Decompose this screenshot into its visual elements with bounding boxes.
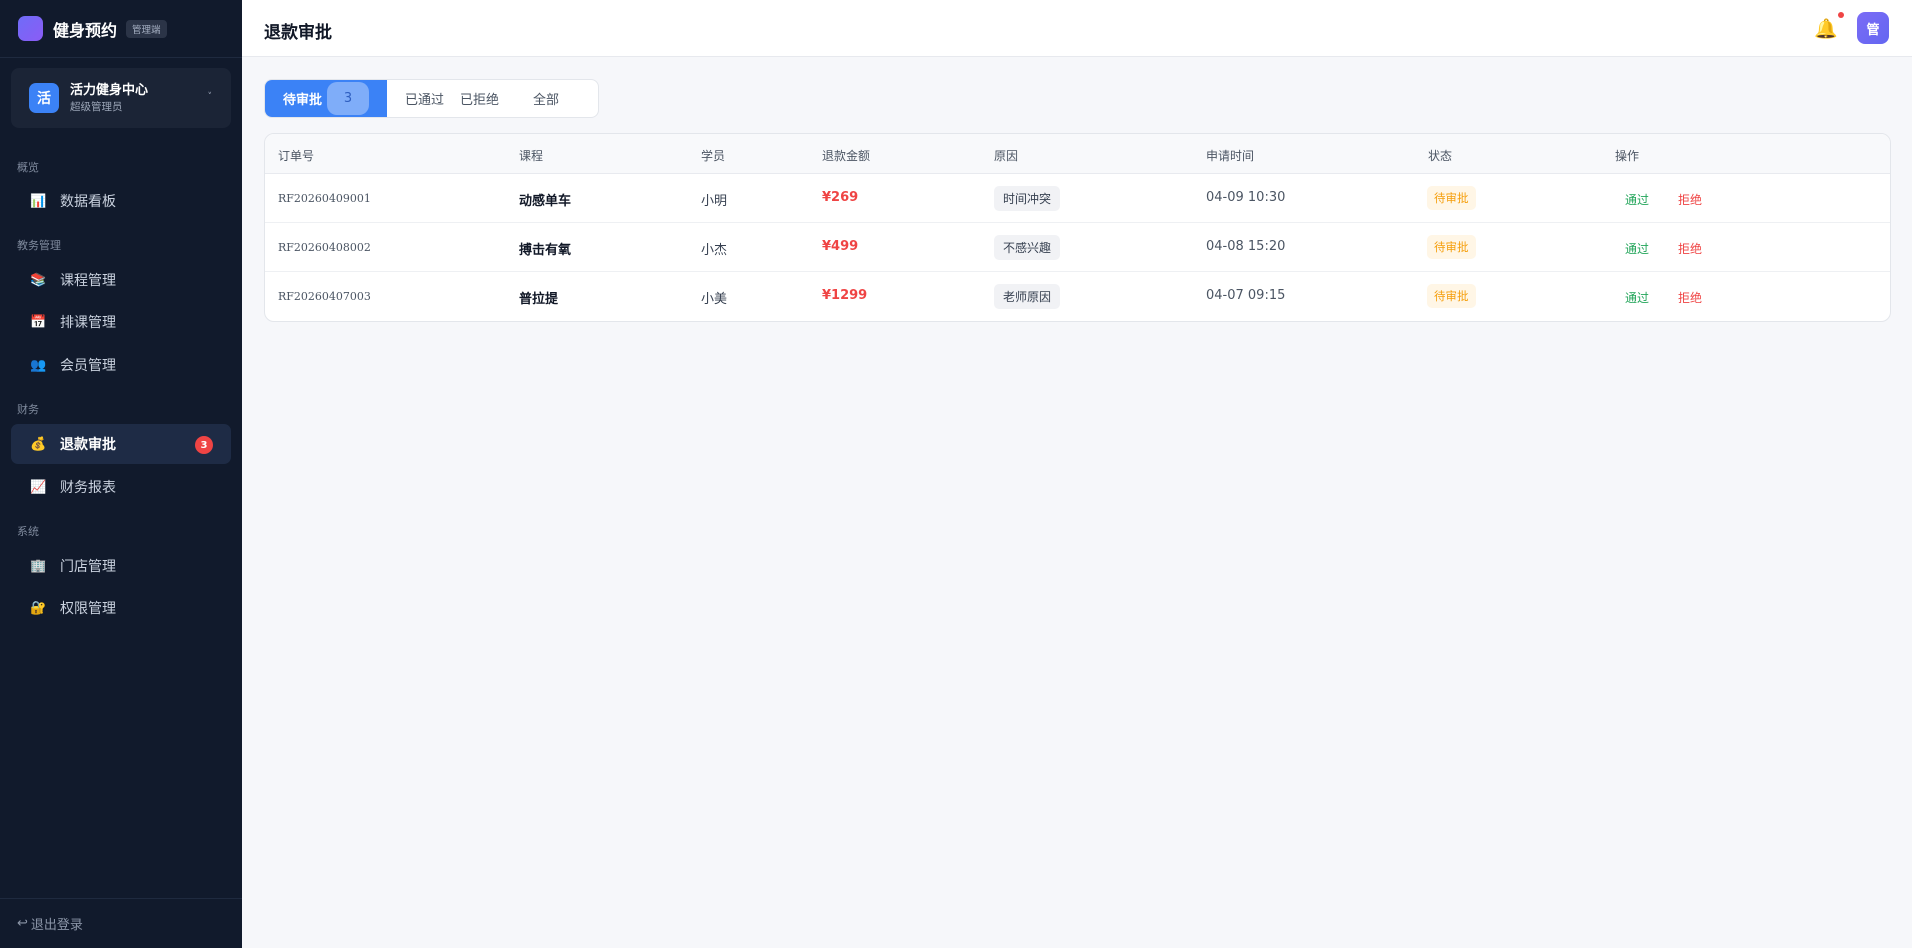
sidebar-item-stores[interactable]: 🏢 门店管理 xyxy=(11,546,231,586)
brand: 健身预约 管理端 xyxy=(0,0,242,58)
sidebar-item-schedule[interactable]: 📅 排课管理 xyxy=(11,302,231,342)
table-row: RF20260408002 搏击有氧 小杰 ¥499 不感兴趣 04-08 15… xyxy=(265,223,1890,272)
sidebar-item-courses[interactable]: 📚 课程管理 xyxy=(11,260,231,300)
table-row: RF20260409001 动感单车 小明 ¥269 时间冲突 04-09 10… xyxy=(265,174,1890,223)
student-name: 小明 xyxy=(701,194,728,209)
table-header: 订单号 课程 学员 退款金额 原因 申请时间 状态 操作 xyxy=(265,134,1890,174)
column-header-order: 订单号 xyxy=(278,149,315,163)
tab-label: 全部 xyxy=(533,93,560,108)
org-name: 活力健身中心 xyxy=(70,82,149,98)
column-header-status: 状态 xyxy=(1428,149,1453,163)
money-bag-icon: 💰 xyxy=(30,436,47,452)
nav-group-finance: 财务 xyxy=(17,403,39,416)
column-header-reason: 原因 xyxy=(994,149,1019,163)
refund-amount: ¥499 xyxy=(822,239,859,254)
status-badge: 待审批 xyxy=(1427,284,1476,308)
logout-label: 退出登录 xyxy=(30,918,83,933)
building-icon: 🏢 xyxy=(30,558,47,574)
sidebar-item-members[interactable]: 👥 会员管理 xyxy=(11,345,231,385)
column-header-course: 课程 xyxy=(519,149,544,163)
trend-chart-icon: 📈 xyxy=(30,479,47,495)
refund-amount: ¥269 xyxy=(822,190,859,205)
approve-button[interactable]: 通过 xyxy=(1625,191,1649,208)
bell-icon[interactable]: 🔔 xyxy=(1814,17,1838,40)
order-id: RF20260409001 xyxy=(278,192,371,205)
student-name: 小美 xyxy=(701,292,728,307)
refund-count-badge: 3 xyxy=(195,436,213,454)
sidebar-item-label: 财务报表 xyxy=(60,480,116,496)
org-role: 超级管理员 xyxy=(70,100,123,113)
notification-dot xyxy=(1838,12,1844,18)
top-header: 退款审批 🔔 管 xyxy=(242,0,1912,57)
column-header-amount: 退款金额 xyxy=(822,149,871,163)
logout-icon: ↩ xyxy=(17,916,28,931)
reject-button[interactable]: 拒绝 xyxy=(1678,289,1702,306)
apply-time: 04-09 10:30 xyxy=(1206,190,1286,205)
tab-rejected[interactable]: 已拒绝 xyxy=(460,80,533,117)
user-avatar[interactable]: 管 xyxy=(1857,12,1889,44)
status-badge: 待审批 xyxy=(1427,235,1476,259)
sidebar-item-finance-reports[interactable]: 📈 财务报表 xyxy=(11,467,231,507)
column-header-student: 学员 xyxy=(701,149,726,163)
tab-label: 已拒绝 xyxy=(460,93,500,108)
apply-time: 04-07 09:15 xyxy=(1206,288,1286,303)
reason-tag: 时间冲突 xyxy=(994,186,1061,211)
sidebar-item-dashboard[interactable]: 📊 数据看板 xyxy=(11,181,231,221)
logout-button[interactable]: ↩ 退出登录 xyxy=(0,898,242,948)
approve-button[interactable]: 通过 xyxy=(1625,240,1649,257)
table-row: RF20260407003 普拉提 小美 ¥1299 老师原因 04-07 09… xyxy=(265,272,1890,321)
lock-key-icon: 🔐 xyxy=(30,600,47,616)
approve-button[interactable]: 通过 xyxy=(1625,289,1649,306)
sidebar-item-label: 数据看板 xyxy=(60,194,116,210)
nav-group-system: 系统 xyxy=(17,525,39,538)
chevron-down-icon: ˅ xyxy=(207,92,213,102)
bar-chart-icon: 📊 xyxy=(30,193,47,209)
apply-time: 04-08 15:20 xyxy=(1206,239,1286,254)
nav-group-overview: 概览 xyxy=(17,161,39,174)
order-id: RF20260408002 xyxy=(278,241,371,254)
users-icon: 👥 xyxy=(30,357,47,373)
reject-button[interactable]: 拒绝 xyxy=(1678,240,1702,257)
column-header-time: 申请时间 xyxy=(1206,149,1255,163)
calendar-icon: 📅 xyxy=(30,314,47,330)
status-tabs: 待审批 3 已通过 已拒绝 全部 xyxy=(264,79,599,118)
org-switcher[interactable]: 活 活力健身中心 超级管理员 ˅ xyxy=(11,68,231,128)
column-header-actions: 操作 xyxy=(1615,149,1640,163)
course-name: 普拉提 xyxy=(519,292,559,307)
nav-group-academic: 教务管理 xyxy=(17,239,61,252)
reject-button[interactable]: 拒绝 xyxy=(1678,191,1702,208)
order-id: RF20260407003 xyxy=(278,290,371,303)
tab-pending[interactable]: 待审批 3 xyxy=(265,80,387,117)
tab-count-badge: 3 xyxy=(327,82,370,115)
brand-name: 健身预约 xyxy=(53,20,118,40)
course-name: 搏击有氧 xyxy=(519,243,572,258)
sidebar-item-refunds[interactable]: 💰 退款审批 3 xyxy=(11,424,231,464)
sidebar-item-label: 权限管理 xyxy=(60,601,116,617)
reason-tag: 不感兴趣 xyxy=(994,235,1061,260)
sidebar: 健身预约 管理端 活 活力健身中心 超级管理员 ˅ 概览 📊 数据看板 教务管理… xyxy=(0,0,242,948)
tab-label: 待审批 xyxy=(283,93,323,108)
page-title: 退款审批 xyxy=(264,23,332,43)
course-name: 动感单车 xyxy=(519,194,572,209)
org-avatar: 活 xyxy=(29,83,59,113)
student-name: 小杰 xyxy=(701,243,728,258)
sidebar-item-label: 排课管理 xyxy=(60,315,116,331)
refund-table: 订单号 课程 学员 退款金额 原因 申请时间 状态 操作 RF202604090… xyxy=(264,133,1891,322)
refund-amount: ¥1299 xyxy=(822,288,868,303)
sidebar-item-label: 门店管理 xyxy=(60,559,116,575)
tab-all[interactable]: 全部 xyxy=(533,80,593,117)
sidebar-item-label: 会员管理 xyxy=(60,358,116,374)
brand-logo xyxy=(18,16,43,41)
status-badge: 待审批 xyxy=(1427,186,1476,210)
reason-tag: 老师原因 xyxy=(994,284,1061,309)
sidebar-item-label: 退款审批 xyxy=(60,437,116,453)
brand-tag: 管理端 xyxy=(126,19,167,38)
tab-label: 已通过 xyxy=(405,93,445,108)
sidebar-item-permissions[interactable]: 🔐 权限管理 xyxy=(11,588,231,628)
sidebar-item-label: 课程管理 xyxy=(60,273,116,289)
books-icon: 📚 xyxy=(30,272,47,288)
tab-approved[interactable]: 已通过 xyxy=(387,80,460,117)
